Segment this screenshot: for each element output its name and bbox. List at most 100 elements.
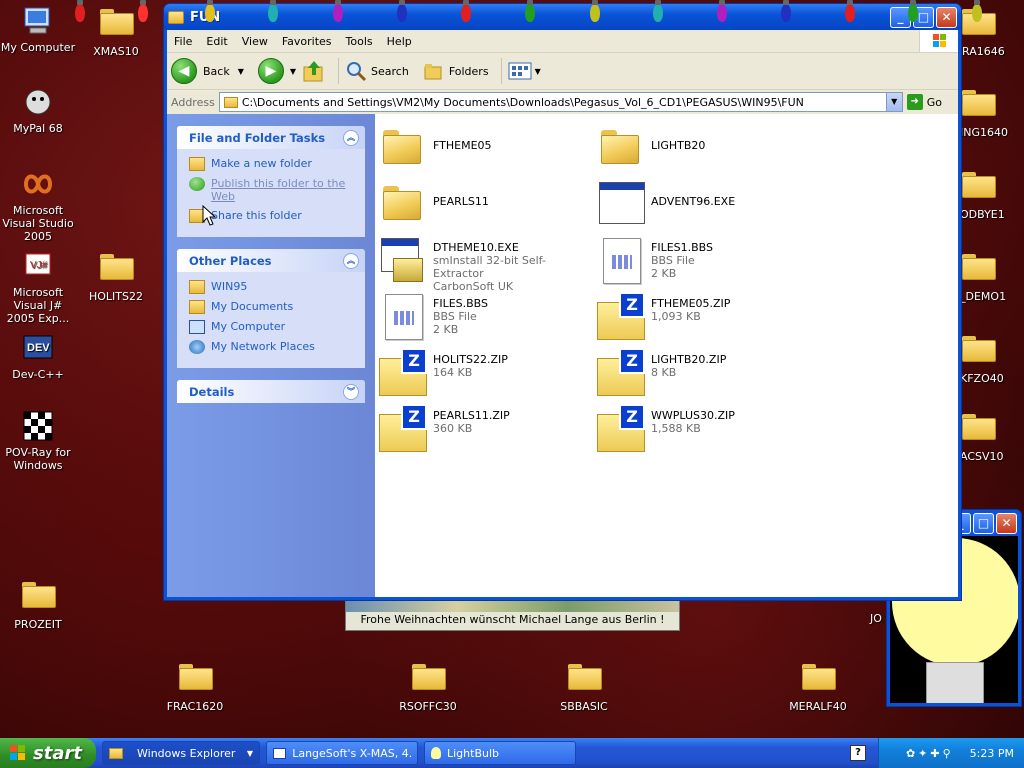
window-title: FUN: [190, 9, 221, 25]
back-arrow-icon: ◀: [171, 58, 197, 84]
folders-icon: [424, 64, 442, 80]
chevron-down-icon: ▼: [237, 66, 244, 76]
file-item[interactable]: Z LIGHTB20.ZIP 8 KB: [597, 348, 807, 396]
forward-button[interactable]: ▶ ▼: [257, 58, 297, 84]
folder-icon: [379, 124, 427, 170]
file-item[interactable]: DTHEME10.EXE smInstall 32-bit Self-Extra…: [379, 236, 589, 293]
desktop-icon-visual-studio[interactable]: Microsoft Visual Studio 2005: [0, 168, 78, 243]
address-input[interactable]: C:\Documents and Settings\VM2\My Documen…: [218, 92, 903, 112]
address-bar: Address C:\Documents and Settings\VM2\My…: [167, 90, 958, 115]
folder-icon: [100, 9, 134, 35]
devcpp-icon: DEV: [22, 332, 54, 364]
place-my-computer-link[interactable]: My Computer: [189, 320, 355, 334]
file-item[interactable]: ADVENT96.EXE: [597, 180, 807, 226]
menu-file[interactable]: File: [167, 35, 199, 48]
task-pane: File and Folder Tasks ︽ Make a new folde…: [167, 114, 375, 597]
folder-icon: [802, 664, 836, 690]
menu-bar: File Edit View Favorites Tools Help: [167, 30, 958, 53]
close-button[interactable]: ✕: [996, 513, 1017, 534]
file-item[interactable]: FTHEME05: [379, 124, 589, 170]
taskbar-item-xmas[interactable]: LangeSoft's X-MAS, 4...: [266, 741, 418, 765]
desktop-icon-my-computer[interactable]: My Computer: [0, 5, 78, 54]
panel-header[interactable]: File and Folder Tasks ︽: [177, 126, 365, 149]
explorer-window[interactable]: FUN _ □ ✕ File Edit View Favorites Tools…: [163, 3, 962, 601]
up-folder-button[interactable]: [302, 59, 326, 83]
maximize-button[interactable]: □: [973, 513, 994, 534]
lightbulb-icon: [431, 747, 441, 759]
place-network-link[interactable]: My Network Places: [189, 340, 355, 354]
desktop-icon-rsoffc30[interactable]: RSOFFC30: [388, 660, 468, 713]
povray-icon: [22, 410, 54, 442]
collapse-icon[interactable]: ︽: [343, 129, 359, 146]
file-item[interactable]: Z HOLITS22.ZIP 164 KB: [379, 348, 589, 396]
menu-edit[interactable]: Edit: [199, 35, 234, 48]
desktop-icon-xmas10[interactable]: XMAS10: [76, 5, 156, 58]
place-my-documents-link[interactable]: My Documents: [189, 300, 355, 314]
menu-help[interactable]: Help: [380, 35, 419, 48]
place-win95-link[interactable]: WIN95: [189, 280, 355, 294]
go-arrow-icon: ➜: [906, 94, 923, 110]
maximize-button[interactable]: □: [913, 7, 934, 28]
folder-icon: [100, 254, 134, 280]
publish-folder-link[interactable]: Publish this folder to the Web: [189, 177, 355, 203]
document-icon: [379, 292, 427, 340]
search-button[interactable]: Search: [345, 60, 409, 82]
clock: 5:23 PM: [969, 746, 1014, 760]
desktop-icon-meralf40[interactable]: MERALF40: [778, 660, 858, 713]
file-item[interactable]: PEARLS11: [379, 180, 589, 226]
desktop-icon-sbbasic[interactable]: SBBASIC: [544, 660, 624, 713]
taskbar-item-lightbulb[interactable]: LightBulb: [424, 741, 576, 765]
panel-header[interactable]: Other Places ︽: [177, 249, 365, 272]
collapse-icon[interactable]: ︽: [343, 252, 359, 269]
start-button[interactable]: start: [0, 738, 96, 768]
folders-button[interactable]: Folders: [423, 61, 489, 81]
file-item[interactable]: FILES1.BBS BBS File 2 KB: [597, 236, 807, 284]
toolbar-separator: [338, 58, 340, 84]
file-item[interactable]: Z WWPLUS30.ZIP 1,588 KB: [597, 404, 807, 452]
chevron-down-icon: ▼: [246, 748, 253, 758]
desktop-icon-prozeit[interactable]: PROZEIT: [0, 578, 78, 631]
go-button[interactable]: ➜ Go: [906, 94, 942, 110]
taskbar-item-explorer[interactable]: Windows Explorer ▼: [102, 741, 260, 765]
desktop-icon-frac1620[interactable]: FRAC1620: [155, 660, 235, 713]
taskbar: start Windows Explorer ▼ LangeSoft's X-M…: [0, 738, 1024, 768]
minimize-button[interactable]: _: [890, 7, 911, 28]
folder-icon: [962, 9, 996, 35]
back-button[interactable]: ◀ Back ▼: [171, 58, 244, 84]
xmas-banner: Frohe Weihnachten wünscht Michael Lange …: [345, 599, 680, 631]
chevron-down-icon: ▼: [534, 66, 541, 76]
svg-text:VJ#: VJ#: [30, 260, 48, 271]
folder-icon: [109, 747, 123, 759]
forward-arrow-icon: ▶: [257, 58, 284, 84]
file-item[interactable]: Z PEARLS11.ZIP 360 KB: [379, 404, 589, 452]
close-button[interactable]: ✕: [936, 7, 957, 28]
desktop-icon-povray[interactable]: POV-Ray for Windows: [0, 410, 78, 472]
folder-icon: [962, 336, 996, 362]
tray-icons[interactable]: ✿✦✚⚲: [906, 747, 954, 760]
folder-icon: [223, 96, 238, 108]
documents-icon: [189, 300, 205, 314]
desktop-icon-devcpp[interactable]: DEV Dev-C++: [0, 332, 78, 381]
views-button[interactable]: ▼: [508, 61, 541, 81]
desktop-icon-holits22[interactable]: HOLITS22: [76, 250, 156, 303]
make-new-folder-link[interactable]: Make a new folder: [189, 157, 355, 171]
window-body: File Edit View Favorites Tools Help ◀ Ba…: [167, 30, 958, 597]
menu-tools[interactable]: Tools: [339, 35, 380, 48]
address-dropdown-button[interactable]: ▼: [885, 93, 902, 111]
chevron-down-icon: ▼: [289, 66, 297, 76]
help-icon[interactable]: ?: [850, 745, 866, 761]
address-label: Address: [171, 95, 215, 109]
system-tray: ✿✦✚⚲ 5:23 PM: [878, 738, 1024, 768]
folder-icon: [962, 172, 996, 198]
desktop-icon-mypal[interactable]: MyPal 68: [0, 86, 78, 135]
file-item[interactable]: FILES.BBS BBS File 2 KB: [379, 292, 589, 340]
file-item[interactable]: LIGHTB20: [597, 124, 807, 170]
expand-icon[interactable]: ︾: [343, 383, 359, 400]
window-titlebar[interactable]: FUN _ □ ✕: [164, 4, 961, 30]
menu-favorites[interactable]: Favorites: [275, 35, 339, 48]
menu-view[interactable]: View: [235, 35, 275, 48]
panel-header[interactable]: Details ︾: [177, 380, 365, 403]
zip-icon: Z: [597, 292, 645, 340]
desktop-icon-vjsharp[interactable]: VJ# Microsoft Visual J# 2005 Exp...: [0, 250, 78, 325]
file-item[interactable]: Z FTHEME05.ZIP 1,093 KB: [597, 292, 807, 340]
